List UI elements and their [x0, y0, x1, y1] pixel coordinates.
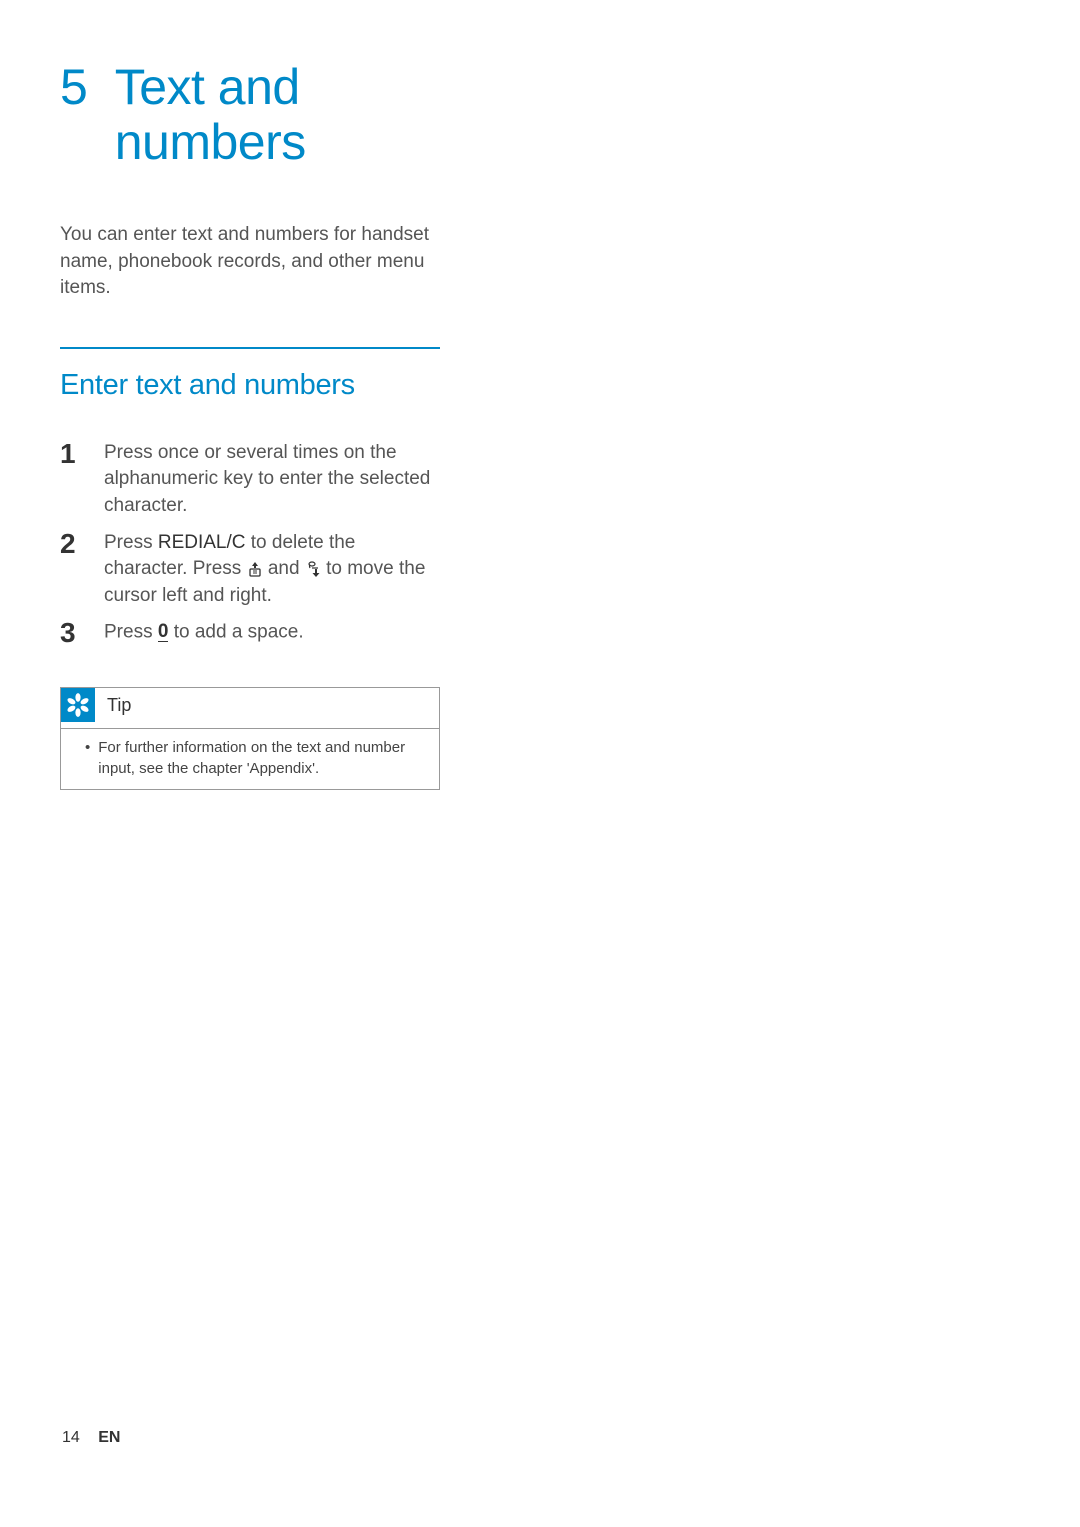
- section-divider: [60, 347, 440, 349]
- chapter-text: Text and numbers: [115, 60, 306, 170]
- step2-prefix: Press: [104, 532, 158, 553]
- tip-header: Tip: [61, 688, 439, 728]
- step-2: 2 Press REDIAL/C to delete the character…: [60, 530, 440, 610]
- step-number: 1: [60, 440, 104, 468]
- tip-box: Tip • For further information on the tex…: [60, 687, 440, 790]
- chapter-title-line1: Text and: [115, 59, 300, 115]
- step-1: 1 Press once or several times on the alp…: [60, 440, 440, 520]
- chapter-title: 5 Text and numbers: [60, 60, 440, 170]
- page-language: EN: [98, 1429, 120, 1446]
- asterisk-icon: [61, 688, 95, 722]
- step2-mid2: and: [263, 558, 305, 579]
- chapter-number: 5: [60, 60, 87, 115]
- tip-body: • For further information on the text an…: [61, 729, 439, 789]
- tip-label: Tip: [107, 695, 131, 716]
- step3-prefix: Press: [104, 622, 158, 643]
- numbered-list: 1 Press once or several times on the alp…: [60, 440, 440, 648]
- intro-paragraph: You can enter text and numbers for hands…: [60, 222, 440, 302]
- section-heading: Enter text and numbers: [60, 369, 440, 402]
- step-text: Press 0 to add a space.: [104, 619, 440, 646]
- step3-suffix: to add a space.: [168, 622, 303, 643]
- tip-bullet: • For further information on the text an…: [85, 737, 425, 779]
- step-number: 3: [60, 619, 104, 647]
- zero-key-icon: 0: [158, 619, 169, 646]
- redial-c-keyword: REDIAL/C: [158, 532, 246, 553]
- step-3: 3 Press 0 to add a space.: [60, 619, 440, 647]
- tip-text: For further information on the text and …: [98, 737, 425, 779]
- chapter-title-line2: numbers: [115, 114, 306, 170]
- step-text: Press REDIAL/C to delete the character. …: [104, 530, 440, 610]
- page-footer: 14 EN: [62, 1429, 120, 1447]
- redial-down-icon: [305, 561, 321, 577]
- step-text: Press once or several times on the alpha…: [104, 440, 440, 520]
- page-number: 14: [62, 1429, 80, 1446]
- step-number: 2: [60, 530, 104, 558]
- phonebook-up-icon: [247, 561, 263, 577]
- bullet-marker: •: [85, 737, 90, 758]
